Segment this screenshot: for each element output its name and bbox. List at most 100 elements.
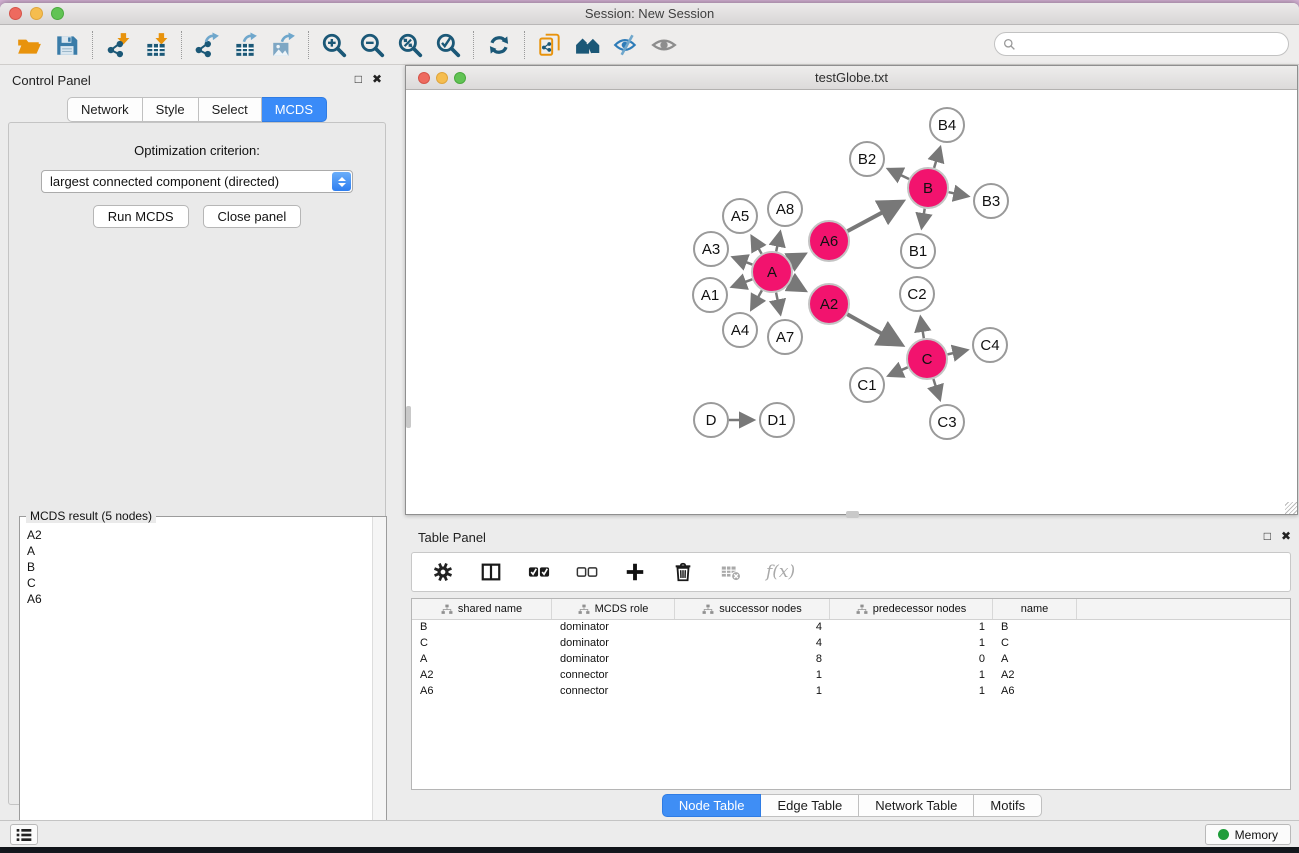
show-all-button[interactable]: [645, 29, 683, 61]
node-A5[interactable]: A5: [723, 199, 757, 233]
table-row[interactable]: Adominator80A: [412, 652, 1290, 668]
open-session-button[interactable]: [10, 29, 48, 61]
export-table-button[interactable]: [226, 29, 264, 61]
node-B3[interactable]: B3: [974, 184, 1008, 218]
gear-button[interactable]: [430, 559, 456, 585]
home-button[interactable]: [569, 29, 607, 61]
refresh-button[interactable]: [480, 29, 518, 61]
close-table-panel-icon[interactable]: ✖: [1281, 530, 1291, 542]
node-A1[interactable]: A1: [693, 278, 727, 312]
edge-C-C4[interactable]: [948, 350, 967, 354]
run-mcds-button[interactable]: Run MCDS: [93, 205, 189, 228]
node-C[interactable]: C: [907, 339, 947, 379]
table-row[interactable]: A2connector11A2: [412, 668, 1290, 684]
task-history-button[interactable]: [10, 824, 38, 845]
optimization-criterion-dropdown[interactable]: largest connected component (directed): [41, 170, 353, 193]
node-B4[interactable]: B4: [930, 108, 964, 142]
edge-A-A2[interactable]: [790, 282, 804, 290]
node-A4[interactable]: A4: [723, 313, 757, 347]
close-panel-button[interactable]: Close panel: [203, 205, 302, 228]
close-panel-icon[interactable]: ✖: [372, 73, 382, 85]
tab-edge-table[interactable]: Edge Table: [761, 794, 859, 817]
mcds-result-list[interactable]: A2ABCA6: [21, 521, 371, 847]
result-list-item[interactable]: A2: [27, 527, 371, 543]
add-column-button[interactable]: [622, 559, 648, 585]
node-D[interactable]: D: [694, 403, 728, 437]
column-header-MCDS-role[interactable]: MCDS role: [552, 599, 675, 619]
node-C4[interactable]: C4: [973, 328, 1007, 362]
node-B2[interactable]: B2: [850, 142, 884, 176]
zoom-window-button[interactable]: [51, 7, 64, 20]
minimize-window-button[interactable]: [30, 7, 43, 20]
import-table-button[interactable]: [137, 29, 175, 61]
edge-C-C3[interactable]: [933, 379, 939, 399]
tab-style[interactable]: Style: [143, 97, 199, 122]
result-list-item[interactable]: A: [27, 543, 371, 559]
node-A2[interactable]: A2: [809, 284, 849, 324]
table-row[interactable]: Cdominator41C: [412, 636, 1290, 652]
node-A7[interactable]: A7: [768, 320, 802, 354]
node-D1[interactable]: D1: [760, 403, 794, 437]
export-image-button[interactable]: [264, 29, 302, 61]
resize-grip[interactable]: [1285, 502, 1297, 514]
edge-A-A3[interactable]: [734, 258, 753, 265]
function-builder-button[interactable]: f(x): [766, 562, 795, 582]
edge-A-A6[interactable]: [790, 255, 804, 262]
edge-A-A5[interactable]: [752, 237, 761, 254]
node-C1[interactable]: C1: [850, 368, 884, 402]
edge-A-A1[interactable]: [733, 279, 752, 286]
tab-network-table[interactable]: Network Table: [859, 794, 974, 817]
node-B1[interactable]: B1: [901, 234, 935, 268]
network-horizontal-scrollbar[interactable]: [846, 511, 859, 518]
float-panel-icon[interactable]: □: [355, 73, 362, 85]
column-header-shared-name[interactable]: shared name: [412, 599, 552, 619]
node-B[interactable]: B: [908, 168, 948, 208]
network-zoom-button[interactable]: [454, 72, 466, 84]
tab-motifs[interactable]: Motifs: [974, 794, 1042, 817]
split-panel-button[interactable]: [478, 559, 504, 585]
zoom-selected-button[interactable]: [429, 29, 467, 61]
table-row[interactable]: Bdominator41B: [412, 620, 1290, 636]
edge-A2-C[interactable]: [847, 314, 900, 344]
result-list-item[interactable]: B: [27, 559, 371, 575]
result-scrollbar[interactable]: [372, 517, 386, 847]
tab-network[interactable]: Network: [67, 97, 143, 122]
destroy-table-button[interactable]: [718, 559, 744, 585]
tab-mcds[interactable]: MCDS: [262, 97, 327, 122]
delete-column-button[interactable]: [670, 559, 696, 585]
node-A8[interactable]: A8: [768, 192, 802, 226]
edge-A-A7[interactable]: [776, 293, 780, 313]
zoom-fit-button[interactable]: [391, 29, 429, 61]
search-field[interactable]: [994, 32, 1289, 56]
save-session-button[interactable]: [48, 29, 86, 61]
select-all-button[interactable]: [526, 559, 552, 585]
result-list-item[interactable]: C: [27, 575, 371, 591]
unselect-all-button[interactable]: [574, 559, 600, 585]
column-header-successor-nodes[interactable]: successor nodes: [675, 599, 830, 619]
zoom-out-button[interactable]: [353, 29, 391, 61]
hide-selected-button[interactable]: [607, 29, 645, 61]
memory-button[interactable]: Memory: [1205, 824, 1291, 845]
node-A6[interactable]: A6: [809, 221, 849, 261]
network-window-titlebar[interactable]: testGlobe.txt: [406, 66, 1297, 90]
edge-A-A4[interactable]: [752, 290, 762, 308]
edge-A6-B[interactable]: [848, 203, 901, 232]
node-A[interactable]: A: [752, 252, 792, 292]
edge-A-A8[interactable]: [776, 233, 780, 251]
node-C2[interactable]: C2: [900, 277, 934, 311]
network-canvas[interactable]: B4B2BB3A8A5A6A3B1AA1C2A2A4A7C4CC1C3DD1: [406, 90, 1297, 514]
table-row[interactable]: A6connector11A6: [412, 684, 1290, 700]
network-vertical-scrollbar[interactable]: [406, 406, 411, 428]
edge-B-B4[interactable]: [934, 149, 940, 168]
edge-B-B1[interactable]: [922, 209, 925, 227]
zoom-in-button[interactable]: [315, 29, 353, 61]
search-input[interactable]: [1016, 37, 1288, 51]
import-network-button[interactable]: [99, 29, 137, 61]
close-window-button[interactable]: [9, 7, 22, 20]
edge-B-B2[interactable]: [889, 170, 909, 180]
node-A3[interactable]: A3: [694, 232, 728, 266]
export-network-button[interactable]: [188, 29, 226, 61]
tab-select[interactable]: Select: [199, 97, 262, 122]
float-table-panel-icon[interactable]: □: [1264, 530, 1271, 542]
edge-B-B3[interactable]: [949, 192, 967, 196]
